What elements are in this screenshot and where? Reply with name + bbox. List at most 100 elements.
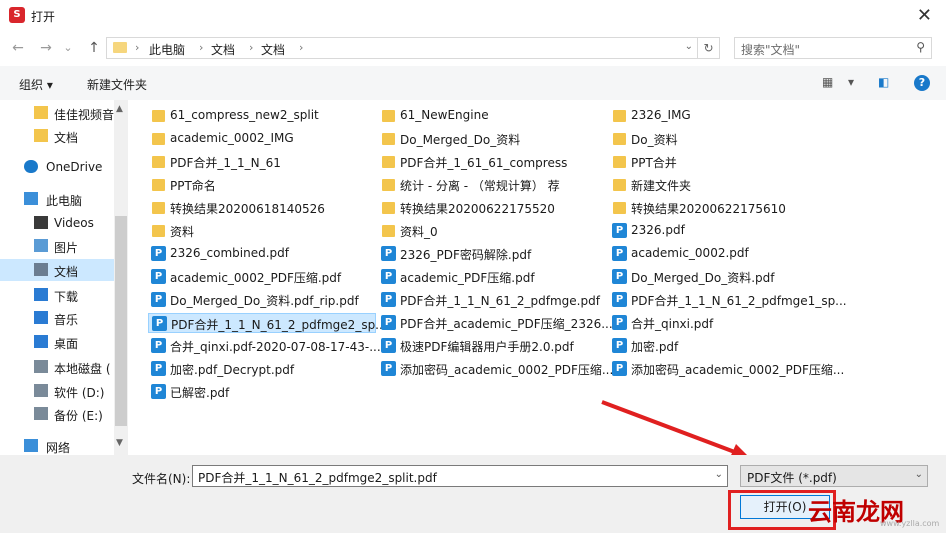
file-item[interactable]: P 添加密码_academic_0002_PDF压缩...: [609, 359, 844, 379]
file-item[interactable]: Pacademic_0002.pdf: [609, 244, 835, 264]
folder-item[interactable]: 转换结果20200622175520: [378, 198, 603, 218]
search-icon[interactable]: ⚲: [916, 40, 925, 54]
organize-menu[interactable]: 组织 ▾: [19, 76, 53, 93]
folder-item[interactable]: Do_Merged_Do_资料: [378, 129, 603, 149]
forward-arrow-icon[interactable]: →: [36, 38, 56, 58]
file-item[interactable]: Pacademic_0002_PDF压缩.pdf: [148, 267, 376, 287]
network-icon: [24, 439, 38, 452]
file-item[interactable]: P 添加密码_academic_0002_PDF压缩...: [378, 359, 613, 379]
file-item[interactable]: P 2326.pdf: [609, 221, 835, 241]
file-item[interactable]: P Do_Merged_Do_资料.pdf: [609, 267, 835, 287]
address-bar[interactable]: › 此电脑 › 文档 › 文档 › ⌄: [106, 37, 698, 59]
filetype-value: PDF文件 (*.pdf): [747, 471, 837, 485]
sidebar-item[interactable]: 图片: [0, 235, 114, 257]
file-item[interactable]: P PDF合并_academic_PDF压缩_2326....: [378, 313, 616, 333]
file-name: PDF合并_1_1_N_61_2_pdfmge2_sp...: [171, 318, 387, 332]
breadcrumb-documents[interactable]: 文档: [211, 41, 235, 58]
sidebar-item[interactable]: 软件 (D:): [0, 380, 114, 402]
filename-input[interactable]: PDF合并_1_1_N_61_2_pdfmge2_split.pdf ⌄: [192, 465, 728, 487]
sidebar-item[interactable]: OneDrive: [0, 156, 114, 178]
pdf-file-icon: P: [151, 361, 166, 376]
file-item[interactable]: P Do_Merged_Do_资料.pdf_rip.pdf: [148, 290, 376, 310]
file-name: PDF合并_1_1_N_61: [170, 156, 281, 170]
folder-item[interactable]: 资料_0: [378, 221, 603, 241]
breadcrumb-documents-sub[interactable]: 文档: [261, 41, 285, 58]
music-icon: [34, 311, 48, 324]
search-input[interactable]: 搜索"文档" ⚲: [734, 37, 932, 59]
video-icon: [34, 216, 48, 229]
folder-item[interactable]: 新建文件夹: [609, 175, 835, 195]
folder-item[interactable]: 资料: [148, 221, 376, 241]
folder-icon: [34, 129, 48, 142]
chevron-down-icon[interactable]: ⌄: [715, 469, 723, 480]
file-name: 加密.pdf: [631, 340, 679, 354]
sidebar-item[interactable]: 文档: [0, 125, 114, 147]
file-item[interactable]: P PDF合并_1_1_N_61_2_pdfmge.pdf: [378, 290, 603, 310]
sidebar-item[interactable]: 网络: [0, 435, 114, 455]
sidebar-item[interactable]: 备份 (E:): [0, 403, 114, 425]
sidebar-item[interactable]: 桌面: [0, 331, 114, 353]
file-item[interactable]: P PDF合并_1_1_N_61_2_pdfmge1_sp...: [609, 290, 847, 310]
breadcrumb-separator: ›: [199, 41, 204, 54]
file-item[interactable]: P 合并_qinxi.pdf-2020-07-08-17-43-...: [148, 336, 381, 356]
file-item[interactable]: P 加密.pdf_Decrypt.pdf: [148, 359, 376, 379]
up-arrow-icon[interactable]: ↑: [84, 38, 104, 58]
sidebar-item-label: 音乐: [54, 313, 79, 327]
file-name: 已解密.pdf: [170, 386, 230, 400]
file-item[interactable]: P 2326_combined.pdf: [148, 244, 376, 264]
file-item[interactable]: P PDF合并_1_1_N_61_2_pdfmge2_sp...: [148, 313, 387, 333]
file-name: PPT命名: [170, 179, 216, 193]
chevron-down-icon[interactable]: ▾: [848, 75, 854, 89]
close-icon[interactable]: ✕: [917, 5, 932, 26]
file-item[interactable]: P 2326_PDF密码解除.pdf: [378, 244, 603, 264]
filetype-select[interactable]: PDF文件 (*.pdf) ⌄: [740, 465, 928, 487]
folder-item[interactable]: PDF合并_1_61_61_compress: [378, 152, 603, 172]
folder-icon: [113, 42, 127, 53]
view-options-icon[interactable]: ▦: [822, 75, 833, 89]
folder-item[interactable]: 61_compress_new2_split: [148, 106, 376, 126]
recent-locations-icon[interactable]: ⌄: [58, 38, 78, 58]
sidebar-item[interactable]: 文档: [0, 259, 114, 281]
pdf-file-icon: P: [381, 292, 396, 307]
sidebar-item-label: 备份 (E:): [54, 409, 103, 423]
sidebar-item[interactable]: 音乐: [0, 307, 114, 329]
scroll-up-icon[interactable]: ▲: [116, 104, 123, 114]
file-name: 2326_IMG: [631, 108, 691, 122]
refresh-icon[interactable]: ↻: [698, 37, 720, 59]
file-name: 2326_PDF密码解除.pdf: [400, 248, 532, 262]
folder-item[interactable]: 2326_IMG: [609, 106, 835, 126]
file-item[interactable]: Pacademic_PDF压缩.pdf: [378, 267, 603, 287]
folder-item[interactable]: 转换结果20200618140526: [148, 198, 376, 218]
pdf-file-icon: P: [612, 361, 627, 376]
folder-icon: [382, 110, 395, 122]
back-arrow-icon[interactable]: ←: [8, 38, 28, 58]
folder-item[interactable]: PPT合并: [609, 152, 835, 172]
file-item[interactable]: P 极速PDF编辑器用户手册2.0.pdf: [378, 336, 603, 356]
folder-item[interactable]: Do_资料: [609, 129, 835, 149]
folder-item[interactable]: academic_0002_IMG: [148, 129, 376, 149]
folder-item[interactable]: 转换结果20200622175610: [609, 198, 835, 218]
sidebar-item[interactable]: Videos: [0, 212, 114, 234]
preview-pane-icon[interactable]: ◧: [878, 75, 889, 89]
file-item[interactable]: P 已解密.pdf: [148, 382, 376, 402]
scroll-down-icon[interactable]: ▼: [116, 438, 123, 448]
folder-item[interactable]: PDF合并_1_1_N_61: [148, 152, 376, 172]
file-item[interactable]: P 合并_qinxi.pdf: [609, 313, 835, 333]
sidebar-item[interactable]: 佳佳视频音: [0, 102, 114, 124]
chevron-down-icon[interactable]: ⌄: [685, 41, 693, 52]
help-icon[interactable]: ?: [914, 75, 930, 91]
folder-item[interactable]: 统计 - 分离 - （常规计算） 荐: [378, 175, 603, 195]
sidebar-scroll-thumb[interactable]: [115, 216, 127, 426]
sidebar-item[interactable]: 下载: [0, 284, 114, 306]
folder-icon: [382, 156, 395, 168]
chevron-down-icon[interactable]: ⌄: [915, 469, 923, 480]
sidebar-item[interactable]: 此电脑: [0, 188, 114, 210]
new-folder-button[interactable]: 新建文件夹: [87, 76, 147, 93]
folder-item[interactable]: 61_NewEngine: [378, 106, 603, 126]
filename-value: PDF合并_1_1_N_61_2_pdfmge2_split.pdf: [198, 471, 437, 485]
folder-item[interactable]: PPT命名: [148, 175, 376, 195]
sidebar-item[interactable]: 本地磁盘 (: [0, 356, 114, 378]
breadcrumb-this-pc[interactable]: 此电脑: [149, 41, 185, 58]
file-item[interactable]: P 加密.pdf: [609, 336, 835, 356]
file-name: academic_0002_PDF压缩.pdf: [170, 271, 342, 285]
